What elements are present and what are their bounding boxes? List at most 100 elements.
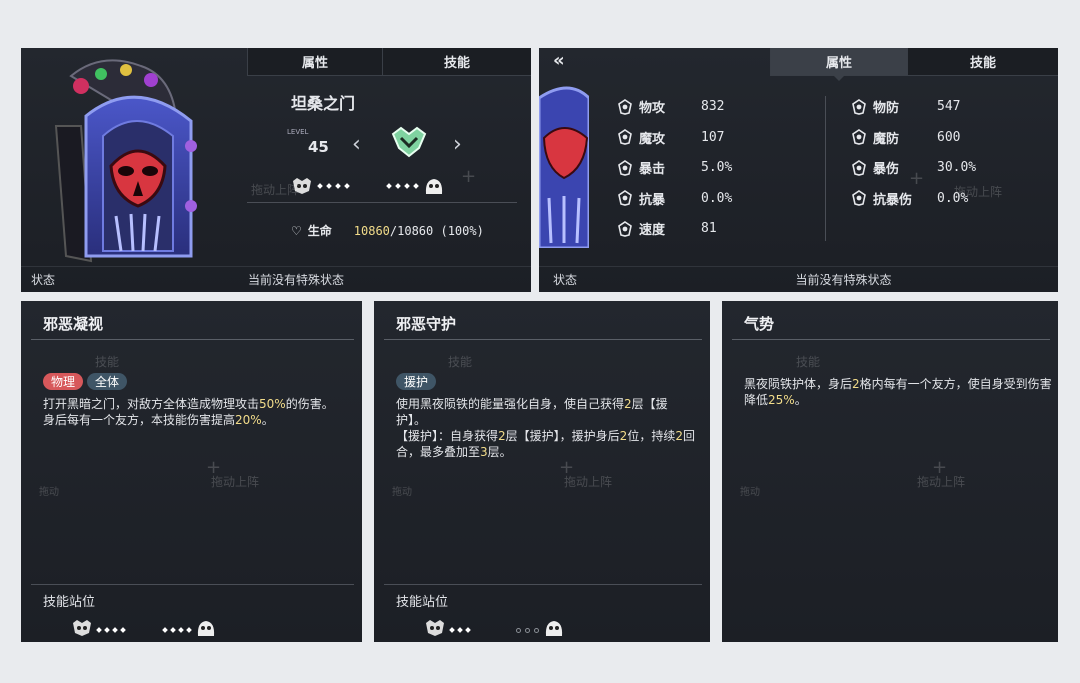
- status-text: 当前没有特殊状态: [247, 273, 344, 287]
- stat-label: 物防: [873, 101, 900, 116]
- ghost-deploy-text: 拖动上阵: [211, 475, 260, 489]
- hp-label: 生命: [307, 224, 332, 238]
- divider: [31, 339, 354, 340]
- skill-tags: 援护: [396, 373, 437, 390]
- stat-row-magic-def: 魔防 600: [851, 128, 960, 147]
- info-tabs: 属性 技能: [247, 48, 531, 76]
- stat-label: 魔防: [873, 131, 900, 147]
- ghost-skill-text: 技能: [448, 355, 473, 369]
- tab-attributes[interactable]: 属性: [770, 48, 907, 81]
- divider: [384, 339, 702, 340]
- unit-name: 坦桑之门: [291, 94, 356, 113]
- tab-attributes-label: 属性: [825, 56, 852, 71]
- desc-highlight: 20%: [235, 413, 262, 427]
- ghost-deploy-text: 拖动上阵: [954, 185, 1003, 199]
- collapse-icon[interactable]: «: [553, 50, 565, 71]
- ally-ghost-icon: [195, 618, 217, 642]
- phys-def-icon: [851, 98, 867, 115]
- stat-label: 魔攻: [639, 131, 666, 147]
- tab-attributes[interactable]: 属性: [247, 48, 382, 76]
- skill-title: 邪恶凝视: [43, 315, 104, 333]
- hp-current: 10860: [353, 223, 390, 238]
- status-bar: 状态 当前没有特殊状态: [539, 266, 1058, 292]
- ally-ghost-icon: [423, 176, 445, 196]
- skill-description: 黑夜陨铁护体，身后2格内每有一个友方，使自身受到伤害降低25%。: [744, 376, 1054, 408]
- divider: [384, 584, 702, 585]
- stat-row-crit-resist: 抗暴 0.0%: [617, 189, 732, 208]
- ghost-move-text: 拖动: [740, 487, 760, 498]
- rank-emblem-icon: [391, 126, 427, 158]
- skill-description: 使用黑夜陨铁的能量强化自身，使自己获得2层【援护】。 【援护】：自身获得2层【援…: [396, 396, 696, 460]
- stat-label: 抗暴: [639, 192, 666, 208]
- desc-highlight: 2: [624, 397, 632, 411]
- stat-value: 30.0%: [937, 160, 977, 175]
- stat-row-sword: 物攻 832: [617, 97, 724, 116]
- stats-divider: [825, 96, 826, 241]
- skill-position-label: 技能站位: [43, 595, 96, 610]
- desc-text: 。: [261, 413, 274, 427]
- hp-max: /10860 (100%): [389, 223, 484, 238]
- skill-description: 打开黑暗之门，对敌方全体造成物理攻击50%的伤害。 身后每有一个友方，本技能伤害…: [43, 396, 348, 428]
- tab-skills[interactable]: 技能: [907, 48, 1058, 76]
- character-portrait-cropped: [539, 86, 589, 248]
- divider: [247, 202, 517, 203]
- stat-value: 5.0%: [701, 160, 733, 175]
- stat-label: 速度: [639, 223, 666, 238]
- skill-tags: 物理 全体: [43, 373, 128, 390]
- skill-position-indicator: [71, 618, 217, 642]
- stat-value: 107: [701, 129, 725, 145]
- ghost-deploy-text: 拖动上阵: [251, 183, 300, 197]
- desc-highlight: 2: [852, 377, 860, 391]
- stat-label: 物攻: [639, 101, 666, 116]
- desc-text: 的伤害。: [285, 397, 334, 411]
- desc-highlight: 25%: [768, 393, 795, 407]
- tab-skills[interactable]: 技能: [382, 48, 531, 76]
- desc-text: 层【援护】，援护身后: [505, 429, 620, 443]
- stat-row-crit-dmg-resist: 抗暴伤 0.0%: [851, 189, 968, 208]
- desc-text: 层。: [487, 445, 512, 459]
- stat-label: 抗暴伤: [873, 192, 913, 208]
- unit-info-panel: 属性 技能 坦桑之门 LEVEL 45 ‹ › ♡ 生命 10860 /1086…: [21, 48, 531, 292]
- crit-icon: [617, 159, 633, 176]
- magic-def-icon: [851, 129, 867, 145]
- enemy-skull-icon: [424, 619, 446, 641]
- ghost-skill-text: 技能: [796, 355, 821, 369]
- status-text: 当前没有特殊状态: [795, 273, 892, 287]
- info-tabs: 属性 技能: [770, 48, 1058, 81]
- tag-support: 援护: [396, 373, 437, 390]
- enemy-skull-icon: [71, 619, 93, 641]
- ghost-deploy-text: 拖动上阵: [917, 475, 966, 489]
- speed-icon: [617, 220, 633, 237]
- tag-physical: 物理: [43, 373, 84, 390]
- stat-row-speed: 速度 81: [617, 219, 717, 238]
- stat-row-phys-def: 物防 547: [851, 97, 960, 116]
- stat-value: 600: [937, 129, 961, 145]
- desc-text: 黑夜陨铁护体，身后: [744, 377, 853, 391]
- crit-dmg-resist-icon: [851, 190, 867, 206]
- desc-text: 使用黑夜陨铁的能量强化自身，使自己获得: [396, 397, 625, 411]
- stat-row-crit: 暴击 5.0%: [617, 158, 732, 177]
- formation-indicator: [291, 176, 445, 196]
- desc-highlight: 2: [675, 429, 683, 443]
- desc-text: 身后每有一个友方，本技能伤害提高: [43, 413, 236, 427]
- next-arrow-icon[interactable]: ›: [453, 132, 462, 157]
- stat-label: 暴击: [639, 162, 666, 177]
- desc-text: 。: [794, 393, 807, 407]
- stat-row-magic: 魔攻 107: [617, 128, 724, 147]
- skill-position-label: 技能站位: [396, 595, 449, 610]
- ghost-move-text: 拖动: [39, 487, 59, 498]
- prev-arrow-icon[interactable]: ‹: [352, 132, 361, 157]
- level-value: 45: [308, 138, 329, 156]
- divider: [732, 339, 1050, 340]
- crit-dmg-icon: [851, 159, 867, 176]
- crit-resist-icon: [617, 190, 633, 206]
- tag-all-targets: 全体: [87, 373, 128, 390]
- heart-icon: ♡: [291, 223, 302, 238]
- magic-icon: [617, 129, 633, 145]
- desc-text: 位，持续: [627, 429, 676, 443]
- character-portrait: [54, 59, 197, 263]
- desc-highlight: 2: [498, 429, 506, 443]
- ghost-deploy-text: 拖动上阵: [564, 475, 613, 489]
- stat-value: 81: [701, 221, 717, 236]
- level-caption: LEVEL: [287, 128, 309, 136]
